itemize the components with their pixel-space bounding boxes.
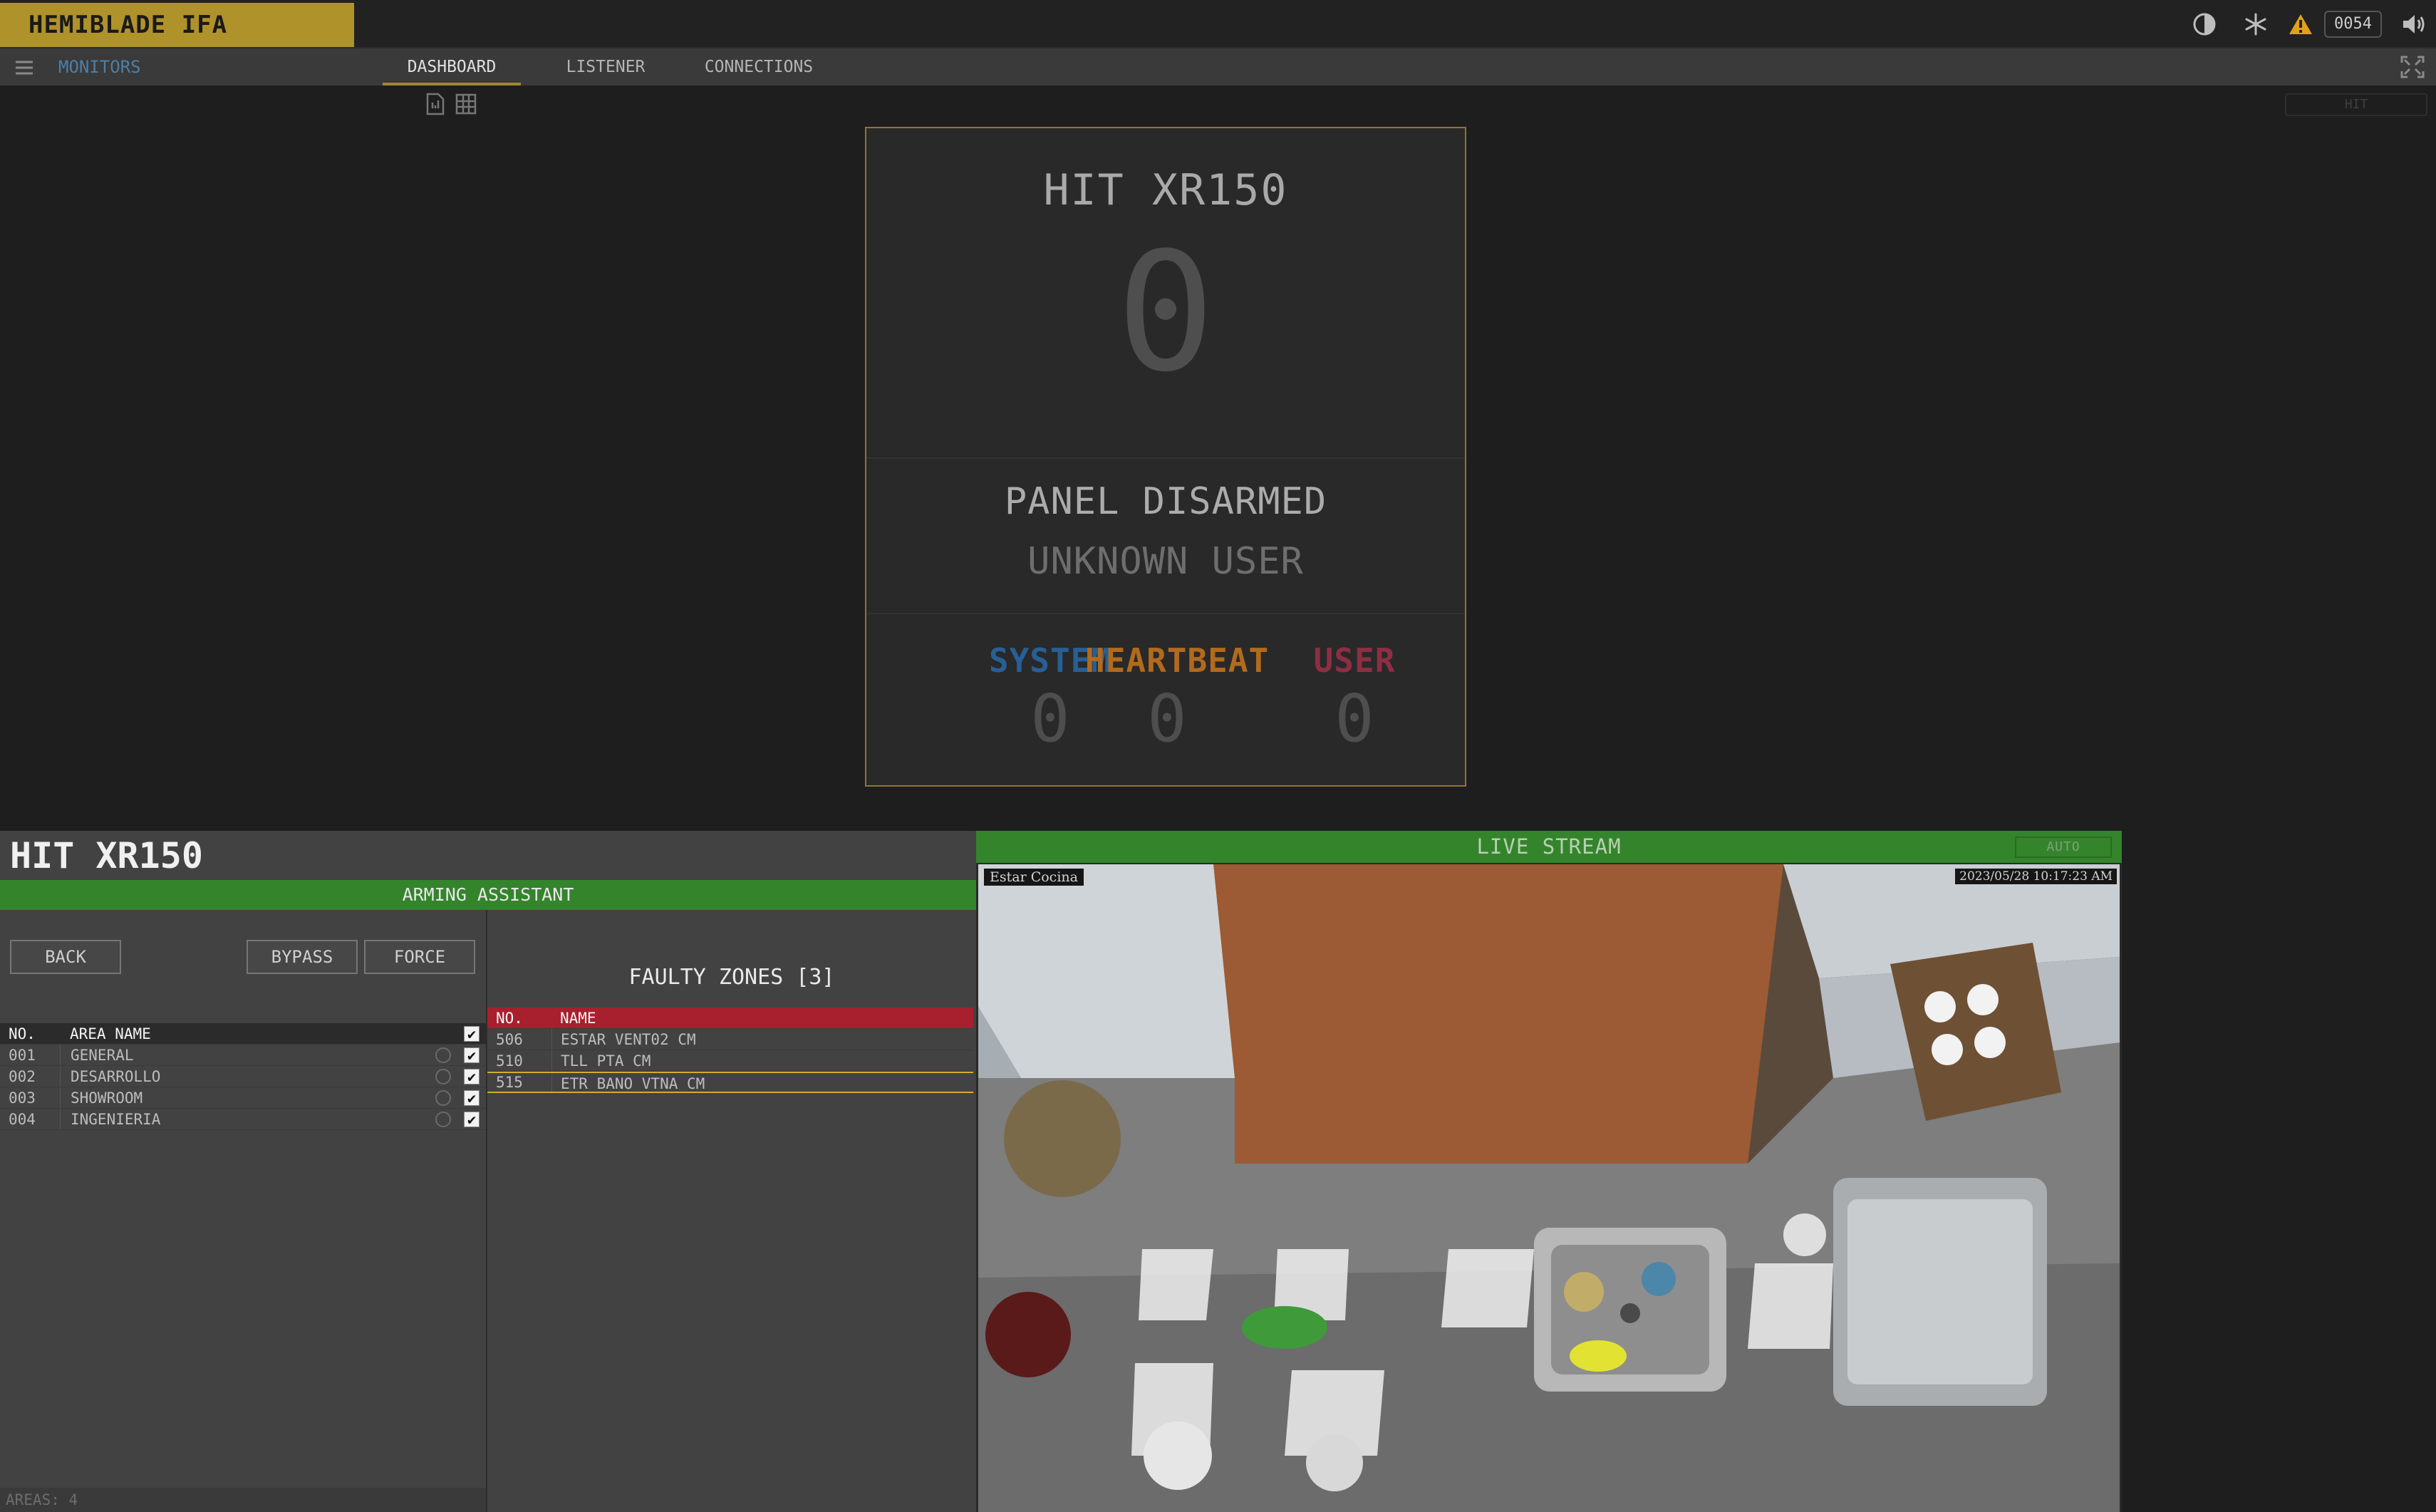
fullscreen-icon[interactable] — [2399, 54, 2426, 80]
zone-name: ETR BANO VTNA CM — [551, 1073, 973, 1092]
alarm-counter[interactable]: 0054 — [2324, 11, 2382, 38]
zone-name: TLL PTA CM — [551, 1050, 973, 1071]
areas-table: NO. AREA NAME ✔ 001 GENERAL ✔ 002 DESARR… — [0, 1023, 486, 1130]
areas-header-row: NO. AREA NAME ✔ — [0, 1023, 486, 1045]
warning-icon[interactable] — [2281, 0, 2320, 48]
area-radio[interactable] — [435, 1068, 451, 1084]
area-checkbox[interactable]: ✔ — [464, 1068, 480, 1084]
column-header-area-name: AREA NAME — [70, 1025, 151, 1042]
area-name: GENERAL — [60, 1045, 429, 1065]
stat-label: USER — [1313, 641, 1396, 680]
area-name: INGENIERIA — [60, 1109, 429, 1129]
live-stream-title: LIVE STREAM — [1476, 834, 1622, 859]
tab-connections[interactable]: CONNECTIONS — [691, 48, 826, 86]
stat-user: USER 0 — [1273, 641, 1436, 758]
monitors-link[interactable]: MONITORS — [58, 48, 141, 86]
panel-event-count: 0 — [1116, 218, 1216, 408]
column-header-no: NO. — [496, 1009, 523, 1027]
stat-value: 0 — [1334, 680, 1374, 757]
view-toggle — [425, 93, 477, 118]
speaker-icon[interactable] — [2392, 0, 2436, 48]
brand-title: HEMIBLADE IFA — [0, 3, 354, 47]
camera-image — [978, 864, 2120, 1512]
divider — [486, 910, 487, 1512]
report-icon[interactable] — [425, 93, 446, 118]
contrast-icon[interactable] — [2179, 0, 2230, 48]
pane-title: HIT XR150 — [10, 835, 203, 876]
table-row[interactable]: 506 ESTAR VENT02 CM — [487, 1029, 973, 1050]
zone-no: 506 — [496, 1030, 523, 1048]
area-no: 004 — [9, 1110, 36, 1128]
areas-footer: AREAS: 4 — [0, 1488, 486, 1512]
area-checkbox[interactable]: ✔ — [464, 1089, 480, 1106]
faulty-zones-table: NO. NAME 506 ESTAR VENT02 CM 510 TLL PTA… — [487, 1008, 973, 1093]
stat-label: HEARTBEAT — [1085, 641, 1270, 680]
tab-dashboard[interactable]: DASHBOARD — [383, 48, 521, 86]
column-header-name: NAME — [560, 1010, 596, 1027]
tab-listener[interactable]: LISTENER — [541, 48, 670, 86]
grid-icon[interactable] — [455, 93, 477, 118]
stat-value: 0 — [1147, 680, 1187, 757]
table-row[interactable]: 510 TLL PTA CM — [487, 1050, 973, 1072]
column-header-no: NO. — [9, 1025, 36, 1042]
faulty-zones-title: FAULTY ZONES [3] — [628, 965, 835, 990]
area-name: DESARROLLO — [60, 1066, 429, 1087]
area-radio[interactable] — [435, 1047, 451, 1063]
arming-assistant-header: ARMING ASSISTANT — [0, 880, 976, 910]
camera-timestamp: 2023/05/28 10:17:23 AM — [1955, 869, 2117, 884]
select-all-checkbox[interactable]: ✔ — [464, 1025, 480, 1042]
panel-filter-input[interactable]: HIT — [2285, 93, 2427, 116]
area-checkbox[interactable]: ✔ — [464, 1047, 480, 1063]
area-name: SHOWROOM — [60, 1087, 429, 1108]
zone-name: ESTAR VENT02 CM — [551, 1029, 973, 1050]
area-radio[interactable] — [435, 1111, 451, 1127]
zone-no: 510 — [496, 1052, 523, 1070]
zone-no: 515 — [496, 1074, 523, 1091]
camera-name-label: Estar Cocina — [984, 869, 1084, 886]
area-radio[interactable] — [435, 1089, 451, 1106]
table-row-selected[interactable]: 515 ETR BANO VTNA CM — [487, 1072, 973, 1093]
divider — [866, 457, 1465, 459]
table-row[interactable]: 004 INGENIERIA ✔ — [0, 1109, 486, 1130]
panel-state: PANEL DISARMED — [1004, 480, 1327, 523]
area-checkbox[interactable]: ✔ — [464, 1111, 480, 1127]
hamburger-icon[interactable] — [11, 56, 37, 80]
panel-user: UNKNOWN USER — [1027, 540, 1304, 583]
table-row[interactable]: 001 GENERAL ✔ — [0, 1045, 486, 1066]
area-no: 001 — [9, 1046, 36, 1064]
force-button[interactable]: FORCE — [364, 940, 475, 974]
bypass-button[interactable]: BYPASS — [247, 940, 358, 974]
panel-card[interactable]: HIT XR150 0 PANEL DISARMED UNKNOWN USER … — [865, 127, 1466, 787]
zones-header-row: NO. NAME — [487, 1008, 973, 1029]
table-row[interactable]: 002 DESARROLLO ✔ — [0, 1066, 486, 1087]
divider — [866, 613, 1465, 614]
areas-count-label: AREAS: — [6, 1491, 60, 1508]
area-no: 002 — [9, 1067, 36, 1085]
top-bar: HEMIBLADE IFA 0054 — [0, 0, 2436, 48]
auto-mode-toggle[interactable]: AUTO — [2015, 837, 2112, 858]
area-no: 003 — [9, 1089, 36, 1107]
arming-pane: HIT XR150 ARMING ASSISTANT BACK BYPASS F… — [0, 831, 976, 1512]
live-stream-pane: LIVE STREAM AUTO Estar Cocina 2023/05/28… — [976, 831, 2122, 1512]
live-stream-header: LIVE STREAM AUTO — [976, 831, 2122, 863]
camera-feed[interactable]: Estar Cocina 2023/05/28 10:17:23 AM — [978, 864, 2120, 1512]
snowflake-icon[interactable] — [2230, 0, 2281, 48]
top-icons: 0054 — [2179, 0, 2436, 48]
back-button[interactable]: BACK — [10, 940, 121, 974]
panel-model: HIT XR150 — [1043, 165, 1288, 215]
table-row[interactable]: 003 SHOWROOM ✔ — [0, 1087, 486, 1109]
stat-heartbeat: HEARTBEAT 0 — [1085, 641, 1270, 758]
nav-bar: MONITORS DASHBOARD LISTENER CONNECTIONS — [0, 48, 2436, 86]
areas-count: 4 — [68, 1491, 78, 1508]
